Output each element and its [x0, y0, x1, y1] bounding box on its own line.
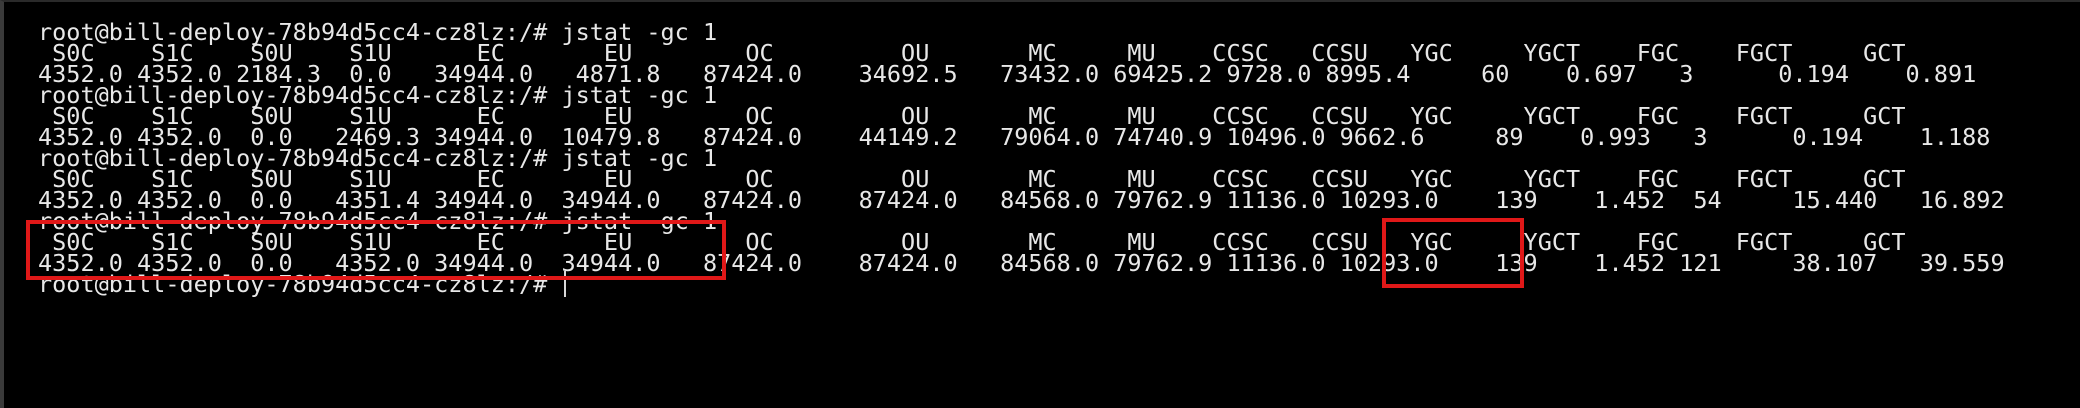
current-prompt-text: root@bill-deploy-78b94d5cc4-cz8lz:/# — [38, 270, 562, 298]
terminal-window[interactable]: root@bill-deploy-78b94d5cc4-cz8lz:/# jst… — [0, 0, 2080, 408]
text-cursor — [564, 271, 567, 297]
terminal-line-current-prompt[interactable]: root@bill-deploy-78b94d5cc4-cz8lz:/# — [38, 270, 567, 298]
